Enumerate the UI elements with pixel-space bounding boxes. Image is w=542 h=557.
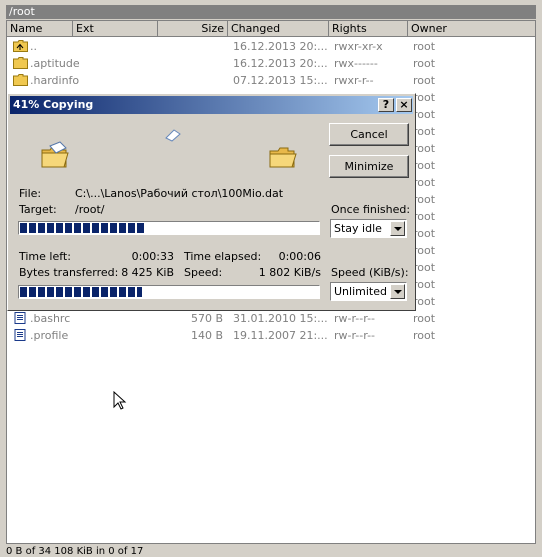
once-finished-label: Once finished: <box>331 203 411 216</box>
file-owner: root <box>413 244 436 257</box>
file-name: .bashrc <box>30 312 71 325</box>
speed-limit-select[interactable]: Unlimited <box>330 282 407 301</box>
source-folder-icon <box>41 141 69 168</box>
file-owner: root <box>413 91 436 104</box>
speed-limit-value: Unlimited <box>334 285 387 298</box>
table-row[interactable]: .. 16.12.2013 20:... rwxr-xr-x root <box>7 38 535 55</box>
file-owner: root <box>413 312 436 325</box>
file-rights: rwxr-r-- <box>334 74 374 87</box>
speed-value: 1 802 KiB/s <box>258 266 321 279</box>
once-finished-value: Stay idle <box>334 222 382 235</box>
table-row[interactable]: .bashrc 570 B 31.01.2010 15:... rw-r--r-- ro… <box>7 310 535 327</box>
column-owner[interactable]: Owner <box>408 21 535 37</box>
total-progress-fill <box>20 287 142 297</box>
file-owner: root <box>413 227 436 240</box>
flying-document-icon <box>165 129 181 142</box>
mouse-cursor-icon <box>113 391 127 410</box>
bytes-transferred-label: Bytes transferred: <box>19 266 119 279</box>
target-value: /root/ <box>75 203 105 216</box>
column-name[interactable]: Name <box>7 21 73 37</box>
list-header: Name Ext Size Changed Rights Owner <box>7 21 535 37</box>
file-owner: root <box>413 74 436 87</box>
time-left-label: Time left: <box>19 250 71 263</box>
file-changed: 31.01.2010 15:... <box>233 312 327 325</box>
file-size <box>159 38 223 55</box>
bytes-transferred-value: 8 425 KiB <box>121 266 174 279</box>
chevron-down-icon[interactable] <box>390 221 405 236</box>
help-button[interactable]: ? <box>378 98 394 112</box>
dialog-title: 41% Copying <box>13 98 94 111</box>
file-name: .hardinfo <box>30 74 80 87</box>
file-changed: 19.11.2007 21:... <box>233 329 327 342</box>
table-row[interactable]: .aptitude 16.12.2013 20:... rwx------ root <box>7 55 535 72</box>
file-size: 570 B <box>190 312 223 325</box>
speed-limit-label: Speed (KiB/s): <box>331 266 409 279</box>
file-progress-bar <box>18 221 320 235</box>
target-folder-icon <box>269 147 297 168</box>
file-owner: root <box>413 159 436 172</box>
file-owner: root <box>413 261 436 274</box>
file-size <box>159 72 223 89</box>
file-rights: rw-r--r-- <box>334 329 376 342</box>
file-owner: root <box>413 57 436 70</box>
time-left-value: 0:00:33 <box>131 250 174 263</box>
dialog-titlebar[interactable]: 41% Copying ? × <box>10 96 413 114</box>
parent-folder-icon <box>13 40 28 52</box>
column-changed[interactable]: Changed <box>228 21 329 37</box>
cancel-button[interactable]: Cancel <box>329 123 409 146</box>
copy-progress-dialog: 41% Copying ? × Cancel Minimize File: C:… <box>7 93 416 311</box>
file-changed: 07.12.2013 15:... <box>233 74 327 87</box>
table-row[interactable]: .hardinfo 07.12.2013 15:... rwxr-r-- root <box>7 72 535 89</box>
chevron-down-icon[interactable] <box>390 284 405 299</box>
total-progress-bar <box>18 285 320 299</box>
once-finished-select[interactable]: Stay idle <box>330 219 407 238</box>
file-rights: rw-r--r-- <box>334 312 376 325</box>
folder-icon <box>13 74 28 86</box>
column-ext[interactable]: Ext <box>73 21 158 37</box>
file-name: .. <box>30 40 37 53</box>
status-bar: 0 B of 34 108 KiB in 0 of 17 <box>6 546 144 557</box>
column-rights[interactable]: Rights <box>329 21 408 37</box>
target-label: Target: <box>19 203 57 216</box>
file-size: 140 B <box>190 329 223 342</box>
file-owner: root <box>413 210 436 223</box>
path-bar[interactable]: /root <box>6 5 536 19</box>
file-owner: root <box>413 125 436 138</box>
file-owner: root <box>413 329 436 342</box>
file-rights: rwx------ <box>334 57 378 70</box>
file-icon <box>14 329 26 341</box>
file-owner: root <box>413 40 436 53</box>
file-rights: rwxr-xr-x <box>334 40 383 53</box>
file-changed: 16.12.2013 20:... <box>233 57 327 70</box>
file-value: C:\...\Lanos\Рабочий стол\100Mio.dat <box>75 187 284 200</box>
folder-icon <box>13 57 28 69</box>
file-owner: root <box>413 176 436 189</box>
file-name: .aptitude <box>30 57 80 70</box>
file-label: File: <box>19 187 42 200</box>
file-owner: root <box>413 108 436 121</box>
file-owner: root <box>413 295 436 308</box>
file-owner: root <box>413 278 436 291</box>
file-owner: root <box>413 142 436 155</box>
file-name: .profile <box>30 329 69 342</box>
file-size <box>159 55 223 72</box>
time-elapsed-label: Time elapsed: <box>184 250 262 263</box>
close-button[interactable]: × <box>396 98 412 112</box>
file-progress-fill <box>20 223 145 233</box>
table-row[interactable]: .profile 140 B 19.11.2007 21:... rw-r--r-- r… <box>7 327 535 344</box>
speed-label: Speed: <box>184 266 223 279</box>
file-icon <box>14 312 26 324</box>
file-owner: root <box>413 193 436 206</box>
time-elapsed-value: 0:00:06 <box>278 250 321 263</box>
file-changed: 16.12.2013 20:... <box>233 40 327 53</box>
minimize-button[interactable]: Minimize <box>329 155 409 178</box>
column-size[interactable]: Size <box>158 21 228 37</box>
